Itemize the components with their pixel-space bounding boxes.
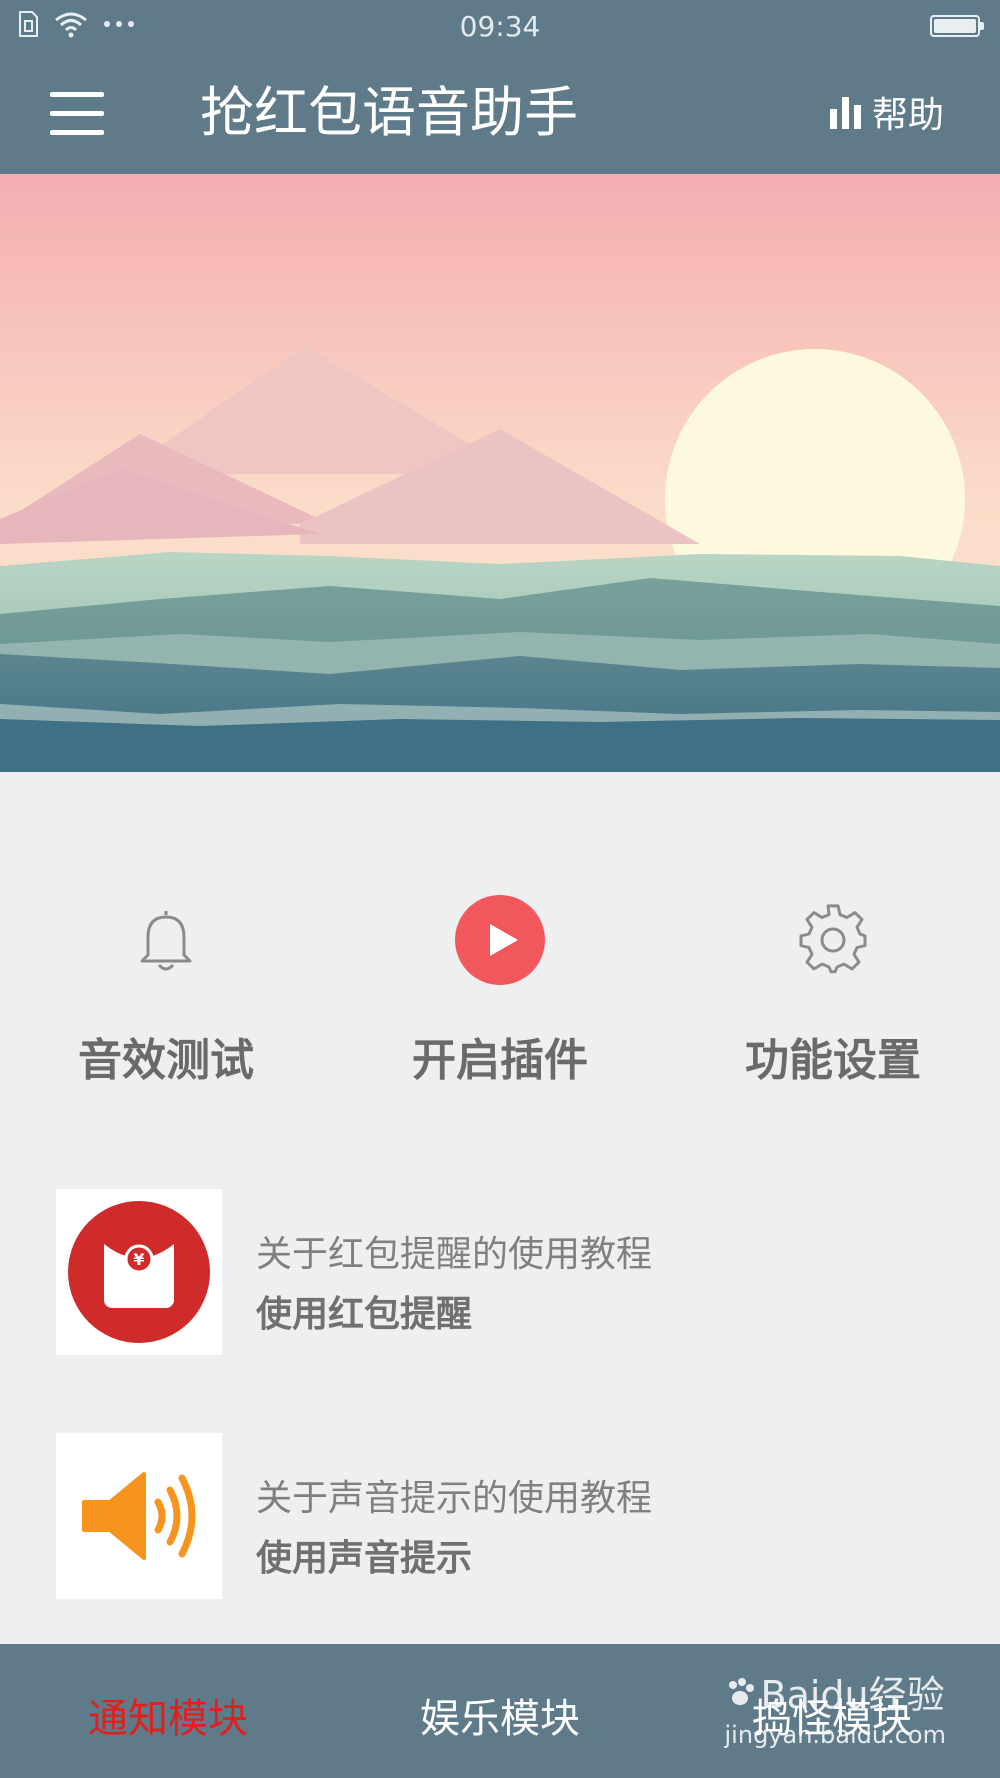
tutorial-title: 关于红包提醒的使用教程 — [256, 1234, 653, 1275]
enable-plugin-button[interactable]: 开启插件 — [370, 880, 630, 1088]
paw-icon — [728, 1677, 754, 1705]
status-bar: 09:34 — [0, 0, 1000, 56]
sound-test-button[interactable]: 音效测试 — [36, 880, 296, 1088]
tutorial-action: 使用声音提示 — [256, 1538, 473, 1579]
watermark-url: jingyan.baidu.com — [724, 1721, 946, 1749]
help-label: 帮助 — [871, 95, 944, 136]
speaker-icon — [82, 1472, 196, 1560]
gear-icon — [799, 904, 867, 974]
sound-test-label: 音效测试 — [78, 1035, 254, 1086]
bar-chart-icon — [829, 97, 861, 129]
bottom-nav: 通知模块 娱乐模块 捣怪模块 Baidu经验 jingyan.baidu.com — [0, 1644, 1000, 1778]
tab-entertainment[interactable]: 娱乐模块 — [380, 1686, 620, 1744]
app-title: 抢红包语音助手 — [200, 81, 578, 144]
settings-label: 功能设置 — [745, 1035, 921, 1086]
tutorial-sound-alert[interactable]: 关于声音提示的使用教程 使用声音提示 — [56, 1433, 956, 1599]
banner-image — [0, 174, 1000, 772]
tutorial-action: 使用红包提醒 — [256, 1294, 473, 1335]
baidu-watermark: Baidu经验 jingyan.baidu.com — [725, 1664, 946, 1749]
app-bar: 抢红包语音助手 帮助 — [0, 56, 1000, 174]
bell-icon — [140, 911, 192, 971]
tutorial-title: 关于声音提示的使用教程 — [256, 1478, 653, 1519]
red-envelope-icon: ¥ — [68, 1201, 210, 1343]
sunset-mountains-sea-illustration — [0, 174, 1000, 772]
svg-text:¥: ¥ — [133, 1250, 144, 1269]
watermark-text: Baidu经验 — [760, 1673, 945, 1717]
battery-icon — [930, 15, 984, 37]
speaker-thumb — [56, 1433, 222, 1599]
settings-button[interactable]: 功能设置 — [703, 880, 963, 1088]
enable-plugin-label: 开启插件 — [412, 1035, 588, 1086]
tab-notification[interactable]: 通知模块 — [48, 1686, 288, 1744]
play-icon — [455, 895, 545, 985]
help-button[interactable]: 帮助 — [829, 86, 944, 138]
status-time: 09:34 — [459, 10, 541, 43]
hamburger-menu-icon[interactable] — [50, 92, 104, 136]
tutorial-red-envelope[interactable]: ¥ 关于红包提醒的使用教程 使用红包提醒 — [56, 1189, 956, 1355]
red-envelope-thumb: ¥ — [56, 1189, 222, 1355]
quick-actions: 音效测试 开启插件 功能设置 — [0, 880, 1000, 1100]
